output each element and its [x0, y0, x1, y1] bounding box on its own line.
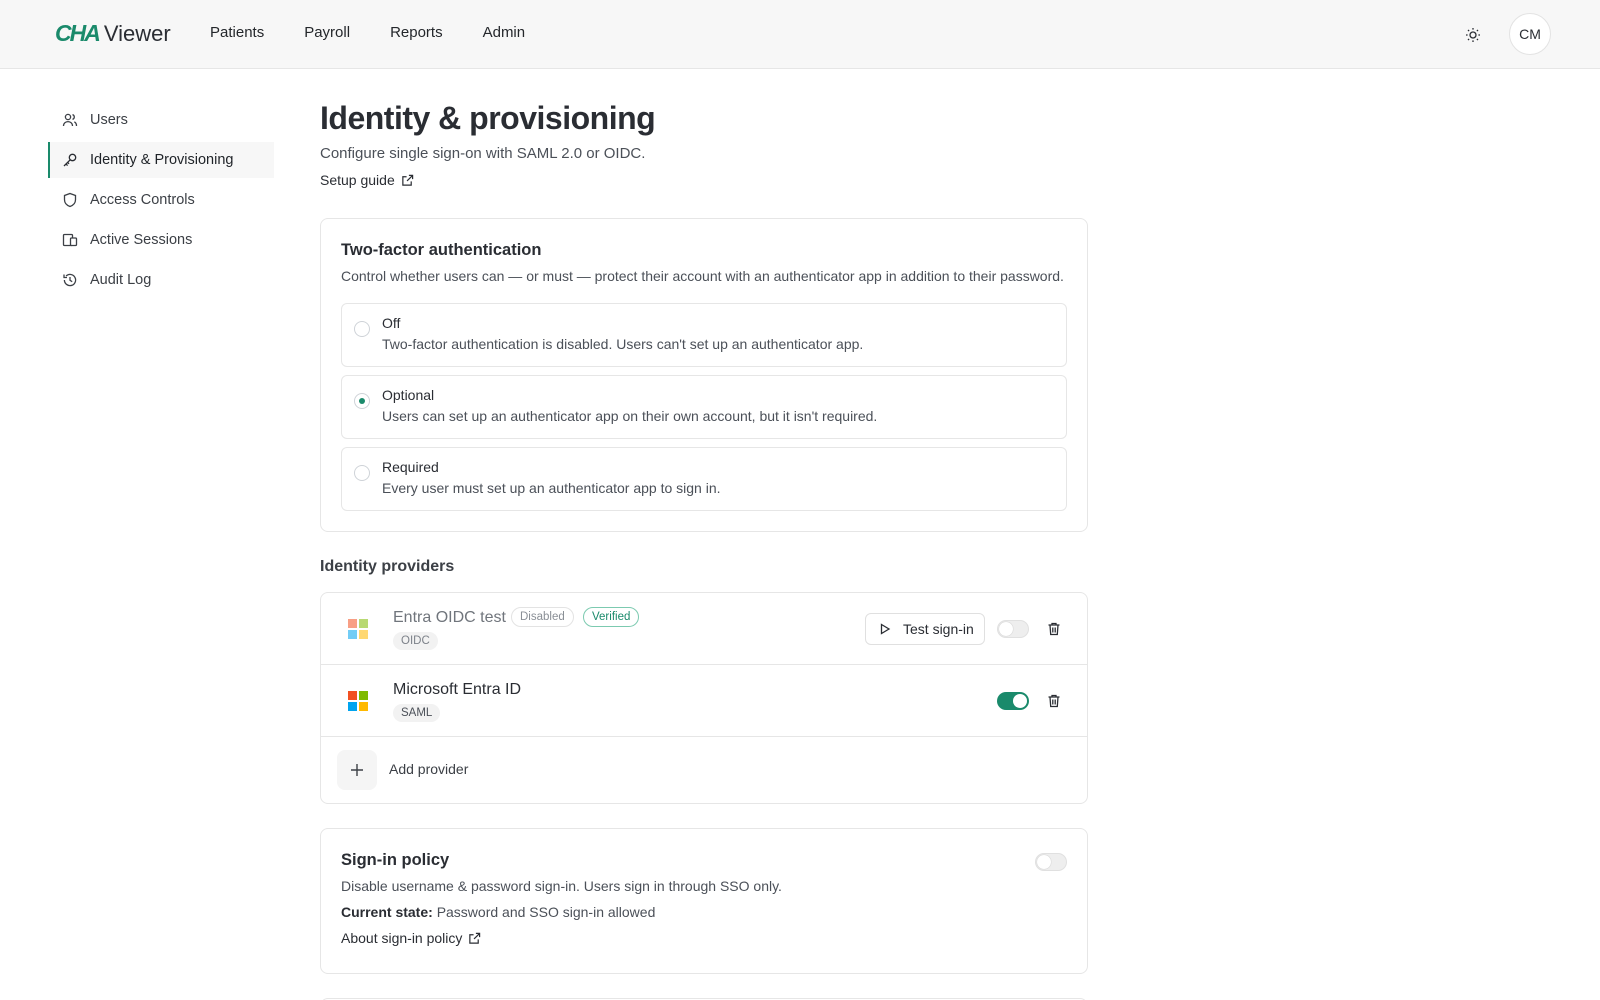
sign-in-policy-card: Sign-in policy Disable username & passwo…	[320, 828, 1088, 974]
verified-badge: Verified	[583, 607, 640, 627]
sidebar-item-access-controls[interactable]: Access Controls	[48, 182, 274, 218]
sun-icon	[1466, 28, 1480, 42]
status-badge: Disabled	[511, 607, 574, 627]
sidebar-item-label: Users	[90, 112, 128, 128]
play-icon	[880, 623, 891, 635]
setup-guide-label: Setup guide	[320, 172, 395, 188]
main-nav: Patients Payroll Reports Admin	[210, 24, 565, 41]
page-subtitle: Configure single sign-on with SAML 2.0 o…	[320, 145, 646, 162]
logo-mark: CHA	[55, 20, 101, 46]
option-label: Required	[382, 459, 439, 475]
protocol-badge: SAML	[393, 704, 441, 722]
nav-reports[interactable]: Reports	[390, 24, 443, 41]
nav-payroll[interactable]: Payroll	[304, 24, 350, 41]
top-bar: CHA Viewer Patients Payroll Reports Admi…	[0, 0, 1600, 69]
provider-row-entra-oidc-test: Entra OIDC test Disabled Verified OIDC T…	[321, 593, 1087, 665]
plus-icon	[337, 750, 377, 790]
page-title: Identity & provisioning	[320, 100, 656, 136]
sidebar: Users Identity & Provisioning Access Con…	[48, 102, 274, 302]
setup-guide-link[interactable]: Setup guide	[320, 172, 414, 188]
sidebar-item-audit-log[interactable]: Audit Log	[48, 262, 274, 298]
about-sign-in-policy-label: About sign-in policy	[341, 930, 463, 946]
users-icon	[62, 112, 78, 128]
test-sign-in-label: Test sign-in	[903, 621, 974, 637]
nav-patients[interactable]: Patients	[210, 24, 264, 41]
app-logo[interactable]: CHA Viewer	[55, 20, 171, 48]
radio-optional[interactable]	[354, 393, 370, 409]
microsoft-logo-icon	[348, 691, 368, 711]
shield-icon	[62, 192, 78, 208]
sidebar-item-label: Identity & Provisioning	[90, 152, 234, 168]
option-label: Off	[382, 315, 401, 331]
two-factor-option-off[interactable]: Off Two-factor authentication is disable…	[341, 303, 1067, 367]
sidebar-item-identity-provisioning[interactable]: Identity & Provisioning	[48, 142, 274, 178]
theme-toggle-button[interactable]	[1460, 22, 1486, 48]
sign-in-policy-description: Disable username & password sign-in. Use…	[341, 878, 782, 894]
two-factor-card: Two-factor authentication Control whethe…	[320, 218, 1088, 532]
external-link-icon	[401, 174, 413, 186]
add-provider-button[interactable]: Add provider	[321, 737, 1087, 803]
two-factor-description: Control whether users can — or must — pr…	[341, 268, 1064, 284]
sign-in-policy-toggle[interactable]	[1035, 853, 1067, 871]
provider-enabled-toggle[interactable]	[997, 692, 1029, 710]
option-description: Every user must set up an authenticator …	[382, 480, 721, 496]
protocol-badge: OIDC	[393, 632, 438, 650]
trash-icon	[1048, 622, 1060, 636]
current-state: Current state: Password and SSO sign-in …	[341, 904, 1021, 920]
delete-provider-button[interactable]	[1046, 621, 1062, 637]
external-link-icon	[469, 932, 481, 944]
logo-text: Viewer	[103, 21, 171, 46]
option-label: Optional	[382, 387, 435, 403]
sign-in-policy-title: Sign-in policy	[341, 851, 450, 869]
page-header: Identity & provisioning Configure single…	[320, 100, 1088, 190]
delete-provider-button[interactable]	[1046, 693, 1062, 709]
add-provider-label: Add provider	[389, 761, 469, 777]
key-icon	[62, 152, 78, 168]
current-state-value: Password and SSO sign-in allowed	[436, 904, 656, 920]
two-factor-option-optional[interactable]: Optional Users can set up an authenticat…	[341, 375, 1067, 439]
identity-providers-heading: Identity providers	[320, 558, 455, 575]
two-factor-option-required[interactable]: Required Every user must set up an authe…	[341, 447, 1067, 511]
microsoft-logo-icon	[348, 619, 368, 639]
current-state-label: Current state:	[341, 904, 433, 920]
nav-admin[interactable]: Admin	[483, 24, 526, 41]
test-sign-in-button[interactable]: Test sign-in	[865, 613, 985, 645]
history-icon	[62, 272, 78, 288]
devices-icon	[62, 232, 78, 248]
provider-name: Microsoft Entra ID	[393, 681, 522, 698]
sidebar-item-label: Access Controls	[90, 192, 195, 208]
identity-providers-card: Entra OIDC test Disabled Verified OIDC T…	[320, 592, 1088, 804]
about-sign-in-policy-link[interactable]: About sign-in policy	[341, 930, 481, 946]
two-factor-title: Two-factor authentication	[341, 241, 542, 259]
sidebar-item-active-sessions[interactable]: Active Sessions	[48, 222, 274, 258]
radio-required[interactable]	[354, 465, 370, 481]
option-description: Users can set up an authenticator app on…	[382, 408, 878, 424]
sidebar-item-label: Audit Log	[90, 272, 152, 288]
sidebar-item-label: Active Sessions	[90, 232, 193, 248]
option-description: Two-factor authentication is disabled. U…	[382, 336, 864, 352]
trash-icon	[1048, 694, 1060, 708]
provider-enabled-toggle[interactable]	[997, 620, 1029, 638]
provider-name: Entra OIDC test	[393, 609, 506, 626]
user-avatar[interactable]: CM	[1509, 13, 1551, 55]
provider-row-microsoft-entra-id: Microsoft Entra ID SAML	[321, 665, 1087, 737]
sidebar-item-users[interactable]: Users	[48, 102, 274, 138]
radio-off[interactable]	[354, 321, 370, 337]
